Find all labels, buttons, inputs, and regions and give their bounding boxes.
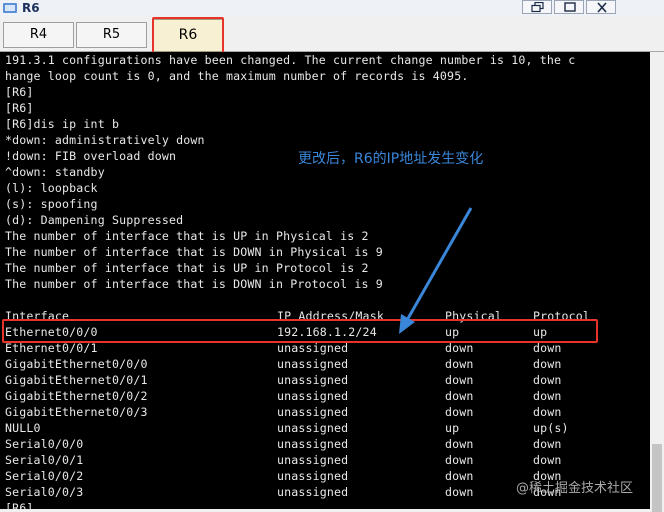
annotation-arrow-icon (399, 207, 473, 334)
watermark-text: @稀土掘金技术社区 (516, 481, 634, 496)
